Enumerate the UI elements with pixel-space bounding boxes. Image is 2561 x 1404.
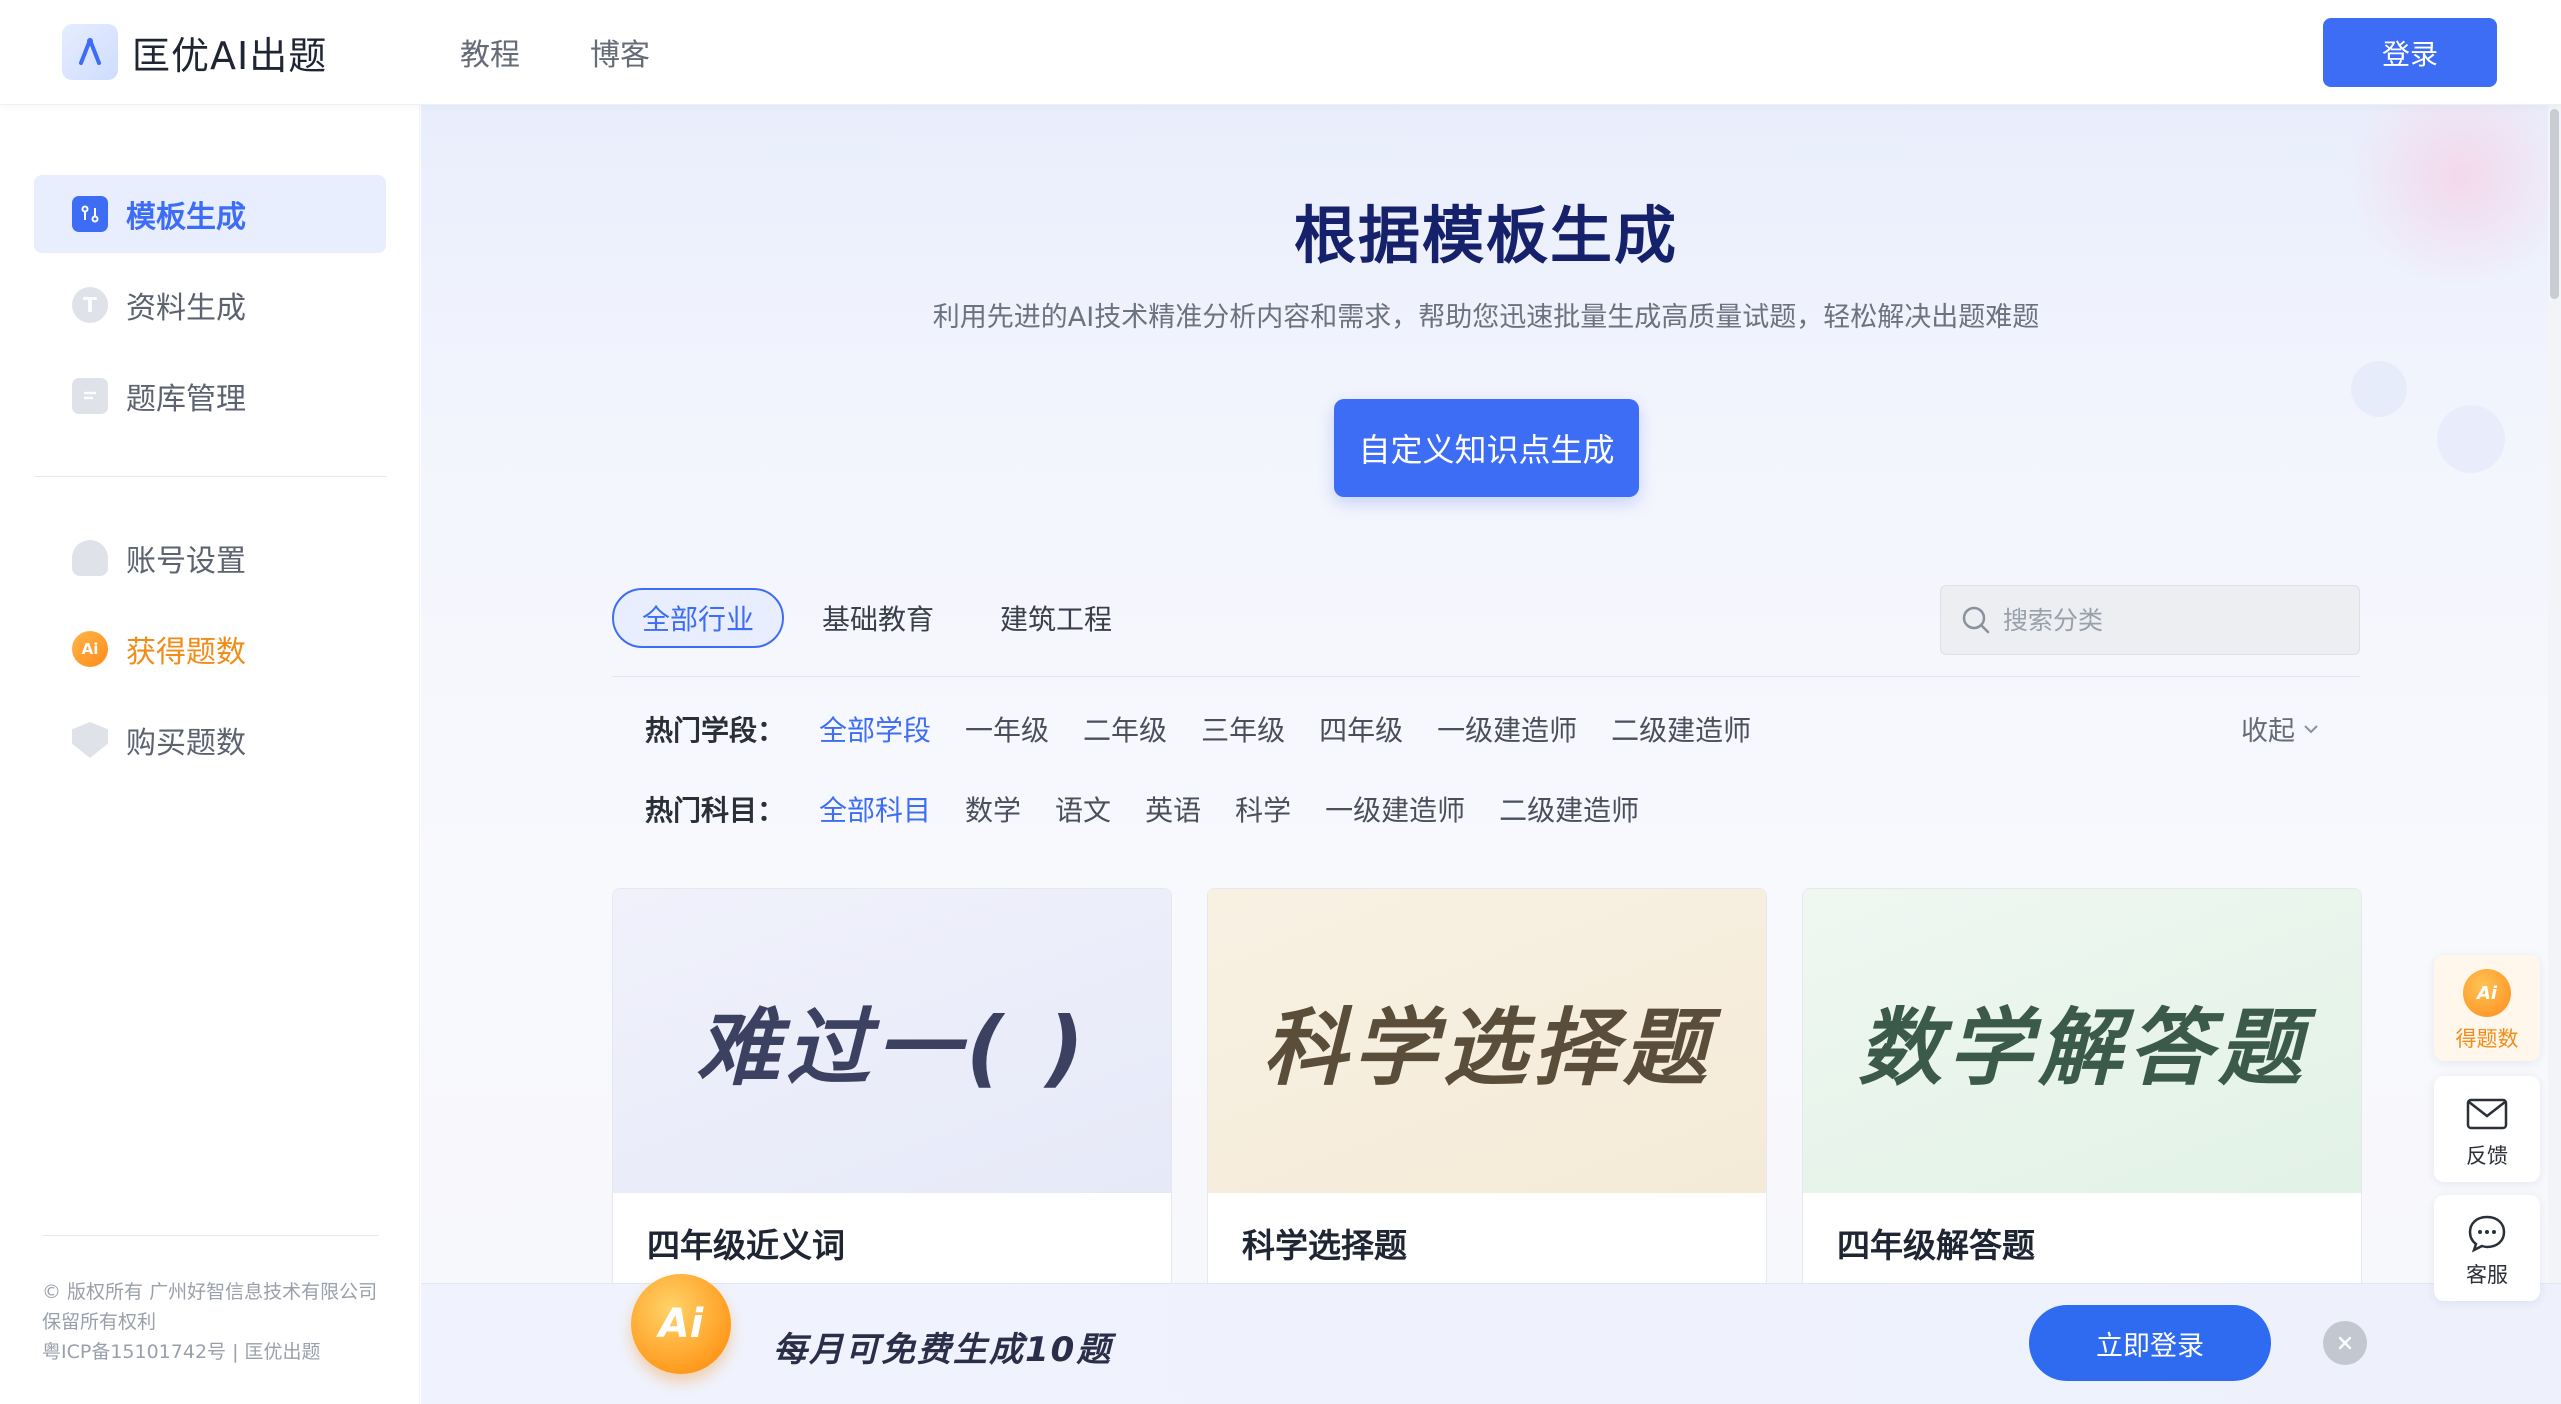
- top-nav: 教程 博客: [460, 30, 720, 74]
- float-service[interactable]: 客服: [2434, 1195, 2540, 1301]
- copyright-line: © 版权所有 广州好智信息技术有限公司: [42, 1281, 378, 1303]
- sidebar-divider: [34, 476, 386, 477]
- subject-option[interactable]: 语文: [1055, 789, 1111, 829]
- tab-all-industry[interactable]: 全部行业: [612, 588, 785, 648]
- float-get-questions[interactable]: Ai 得题数: [2434, 955, 2540, 1061]
- subject-filter-label: 热门科目：: [645, 794, 786, 827]
- chat-bubble-icon: [2468, 1215, 2506, 1253]
- search-icon: [1962, 606, 1990, 634]
- footer-divider: [42, 1235, 378, 1236]
- card-banner: 数学解答题: [1803, 889, 2361, 1193]
- tab-basic-education[interactable]: 基础教育: [794, 588, 962, 648]
- subject-option[interactable]: 科学: [1235, 789, 1291, 829]
- subject-option[interactable]: 全部科目: [819, 789, 931, 829]
- search-input[interactable]: [2003, 605, 2343, 635]
- card-banner-text: 数学解答题: [1857, 998, 2308, 1097]
- subject-option[interactable]: 二级建造师: [1499, 789, 1639, 829]
- industry-tabs: 全部行业 基础教育 建筑工程: [612, 588, 1150, 648]
- stage-option[interactable]: 一年级: [965, 709, 1049, 749]
- subject-option[interactable]: 数学: [965, 789, 1021, 829]
- custom-knowledge-button[interactable]: 自定义知识点生成: [1334, 399, 1639, 497]
- sidebar-item-label: 资料生成: [126, 291, 246, 326]
- mail-icon: [2466, 1098, 2508, 1130]
- subject-filter: 热门科目： 全部科目 数学 语文 英语 科学 一级建造师 二级建造师: [645, 789, 1673, 829]
- stage-option[interactable]: 二年级: [1083, 709, 1167, 749]
- float-feedback[interactable]: 反馈: [2434, 1076, 2540, 1182]
- subject-option[interactable]: 一级建造师: [1325, 789, 1465, 829]
- filter-divider: [612, 676, 2360, 677]
- sidebar-item-material[interactable]: T 资料生成: [34, 266, 386, 344]
- stage-option[interactable]: 全部学段: [819, 709, 931, 749]
- promo-text: 每月可免费生成10题: [773, 1330, 1113, 1370]
- card-banner-text: 难过一( ): [695, 998, 1091, 1097]
- card-banner: 科学选择题: [1208, 889, 1766, 1193]
- account-icon: [72, 540, 108, 576]
- icp-line[interactable]: 粤ICP备15101742号 | 匡优出题: [42, 1337, 377, 1367]
- ai-coin-icon: Ai: [631, 1274, 731, 1374]
- float-label: 客服: [2466, 1263, 2508, 1287]
- sidebar-item-account[interactable]: 账号设置: [34, 519, 386, 597]
- card-banner-text: 科学选择题: [1262, 998, 1713, 1097]
- stage-option[interactable]: 四年级: [1319, 709, 1403, 749]
- decor-bubble: [2351, 361, 2407, 417]
- diamond-icon: [72, 722, 108, 758]
- top-header: 匡优AI出题 教程 博客 登录: [0, 0, 2561, 105]
- ai-coin-icon: Ai: [2463, 969, 2511, 1017]
- sidebar-item-template[interactable]: 模板生成: [34, 175, 386, 253]
- scrollbar-track[interactable]: [2548, 105, 2561, 1404]
- float-label: 反馈: [2466, 1144, 2508, 1168]
- page-title: 根据模板生成: [1293, 199, 1678, 272]
- scrollbar-thumb[interactable]: [2550, 109, 2559, 299]
- promo-bar: Ai 每月可免费生成10题 立即登录: [421, 1274, 2561, 1404]
- copyright-line: 保留所有权利: [42, 1311, 157, 1333]
- nav-blog-link[interactable]: 博客: [590, 30, 650, 74]
- page-subtitle: 利用先进的AI技术精准分析内容和需求，帮助您迅速批量生成高质量试题，轻松解决出题…: [932, 302, 2040, 333]
- card-title: 科学选择题: [1242, 1226, 1407, 1265]
- sidebar-item-label: 题库管理: [126, 382, 246, 417]
- material-icon: T: [72, 287, 108, 323]
- question-bank-icon: [72, 378, 108, 414]
- stage-option[interactable]: 三年级: [1201, 709, 1285, 749]
- logo-icon: [62, 24, 118, 80]
- card-banner: 难过一( ): [613, 889, 1171, 1193]
- sidebar-item-label: 账号设置: [126, 544, 246, 579]
- app-name: 匡优AI出题: [132, 33, 328, 78]
- app-logo[interactable]: 匡优AI出题: [62, 24, 327, 80]
- login-button[interactable]: 登录: [2323, 18, 2497, 87]
- sidebar: 模板生成 T 资料生成 题库管理 账号设置 Ai 获得题数 购买题数 © 版权所…: [0, 105, 420, 1404]
- collapse-label: 收起: [2241, 716, 2295, 747]
- copyright: © 版权所有 广州好智信息技术有限公司 保留所有权利 粤ICP备15101742…: [42, 1277, 377, 1367]
- stage-option[interactable]: 二级建造师: [1611, 709, 1751, 749]
- stage-option[interactable]: 一级建造师: [1437, 709, 1577, 749]
- stage-filter-label: 热门学段：: [645, 714, 786, 747]
- sidebar-item-label: 模板生成: [126, 200, 246, 235]
- stage-filter: 热门学段： 全部学段 一年级 二年级 三年级 四年级 一级建造师 二级建造师: [645, 709, 1785, 749]
- close-icon[interactable]: [2323, 1321, 2367, 1365]
- float-label: 得题数: [2455, 1027, 2519, 1051]
- ai-coin-icon: Ai: [72, 631, 108, 667]
- nav-tutorial-link[interactable]: 教程: [460, 30, 520, 74]
- decor-bubble: [2437, 405, 2505, 473]
- sidebar-item-question-bank[interactable]: 题库管理: [34, 357, 386, 435]
- search-box[interactable]: [1940, 585, 2360, 655]
- subject-option[interactable]: 英语: [1145, 789, 1201, 829]
- card-title: 四年级解答题: [1837, 1226, 2035, 1265]
- card-title: 四年级近义词: [647, 1226, 845, 1265]
- sidebar-item-label: 购买题数: [126, 726, 246, 761]
- tab-construction[interactable]: 建筑工程: [972, 588, 1140, 648]
- collapse-toggle[interactable]: 收起: [2241, 709, 2321, 748]
- template-icon: [72, 196, 108, 232]
- sidebar-item-buy-questions[interactable]: 购买题数: [34, 701, 386, 779]
- chevron-up-icon: [2304, 724, 2318, 733]
- sidebar-item-get-questions[interactable]: Ai 获得题数: [34, 610, 386, 688]
- sidebar-item-label: 获得题数: [126, 635, 246, 670]
- main-content: 根据模板生成 利用先进的AI技术精准分析内容和需求，帮助您迅速批量生成高质量试题…: [421, 105, 2561, 1404]
- promo-login-button[interactable]: 立即登录: [2029, 1305, 2271, 1381]
